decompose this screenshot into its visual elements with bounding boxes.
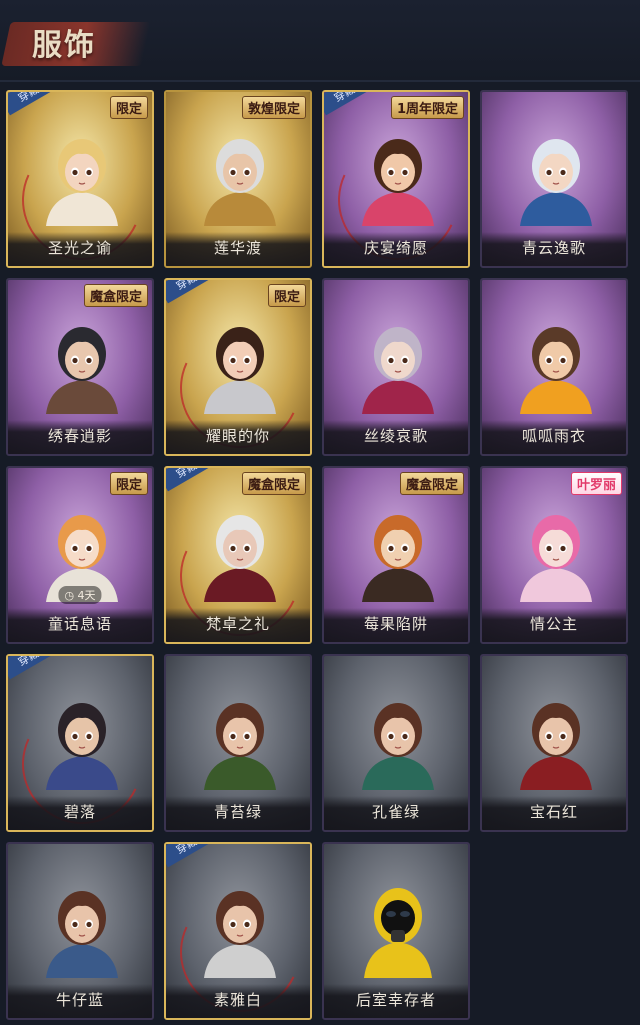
character-portrait [362, 327, 434, 414]
time-remaining-badge: ◷ 4天 [58, 586, 102, 604]
limited-tag-badge: 魔盒限定 [83, 284, 148, 307]
clock-icon: ◷ [64, 589, 78, 602]
character-portrait [362, 703, 434, 790]
costume-name: 青苔绿 [213, 803, 262, 821]
costume-card[interactable]: 穿戴 素雅白 [164, 842, 312, 1020]
costume-card[interactable]: 孔雀绿 [322, 654, 470, 832]
limited-tag-badge: 1周年限定 [390, 96, 464, 119]
character-portrait [46, 891, 118, 978]
costume-card[interactable]: 后室幸存者 [322, 842, 470, 1020]
limited-tag-badge: 限定 [109, 96, 148, 119]
costume-card[interactable]: 限定 穿戴 圣光之谕 [6, 90, 154, 268]
costume-name: 牛仔蓝 [55, 991, 104, 1009]
character-portrait [520, 703, 592, 790]
costume-name: 孔雀绿 [371, 803, 420, 821]
costume-card[interactable]: 1周年限定 穿戴 庆宴绮愿 [322, 90, 470, 268]
costume-name: 绣春逍影 [47, 427, 112, 445]
character-portrait [204, 891, 276, 978]
costume-card[interactable]: 丝绫哀歌 [322, 278, 470, 456]
character-portrait [364, 888, 432, 978]
character-portrait [204, 139, 276, 226]
costume-card[interactable]: 青苔绿 [164, 654, 312, 832]
costume-name: 青云逸歌 [521, 239, 586, 257]
page-title-wrap: 服饰 [1, 8, 151, 78]
character-portrait [46, 139, 118, 226]
costume-card[interactable]: 穿戴 碧落 [6, 654, 154, 832]
costume-name: 莓果陷阱 [363, 615, 428, 633]
costume-card[interactable]: 青云逸歌 [480, 90, 628, 268]
costume-name: 耀眼的你 [205, 427, 270, 445]
header: 服饰 [0, 0, 640, 82]
costume-name: 情公主 [529, 615, 578, 633]
limited-tag-badge: 魔盒限定 [399, 472, 464, 495]
character-portrait [362, 139, 434, 226]
costume-card[interactable]: 魔盒限定莓果陷阱 [322, 466, 470, 644]
costume-name: 梵卓之礼 [205, 615, 270, 633]
costume-card[interactable]: 牛仔蓝 [6, 842, 154, 1020]
character-portrait [204, 327, 276, 414]
limited-tag-badge: 敦煌限定 [241, 96, 306, 119]
costume-card[interactable]: 限定 穿戴 耀眼的你 [164, 278, 312, 456]
costume-name: 圣光之谕 [47, 239, 112, 257]
character-portrait [204, 515, 276, 602]
costume-name: 宝石红 [529, 803, 578, 821]
costume-name: 莲华渡 [213, 239, 262, 257]
costume-card[interactable]: 宝石红 [480, 654, 628, 832]
character-portrait [362, 515, 434, 602]
limited-tag-badge: 魔盒限定 [241, 472, 306, 495]
character-portrait [520, 327, 592, 414]
header-divider [0, 80, 640, 82]
character-portrait [520, 515, 592, 602]
costume-name: 呱呱雨衣 [521, 427, 586, 445]
costume-name: 童话息语 [47, 615, 112, 633]
costume-name: 碧落 [63, 803, 96, 821]
costume-card[interactable]: 魔盒限定 穿戴 梵卓之礼 [164, 466, 312, 644]
costume-card[interactable]: 呱呱雨衣 [480, 278, 628, 456]
character-portrait [520, 139, 592, 226]
costume-card[interactable]: 叶罗丽情公主 [480, 466, 628, 644]
costume-name: 素雅白 [213, 991, 262, 1009]
costume-card[interactable]: 敦煌限定莲华渡 [164, 90, 312, 268]
costume-name: 庆宴绮愿 [363, 239, 428, 257]
limited-tag-badge: 限定 [267, 284, 306, 307]
costume-name: 丝绫哀歌 [363, 427, 428, 445]
character-portrait [204, 703, 276, 790]
limited-tag-badge: 叶罗丽 [570, 472, 622, 495]
limited-tag-badge: 限定 [109, 472, 148, 495]
character-portrait [46, 327, 118, 414]
time-remaining-text: 4天 [77, 589, 96, 602]
costume-card[interactable]: 魔盒限定绣春逍影 [6, 278, 154, 456]
costume-name: 后室幸存者 [355, 991, 436, 1009]
costume-card[interactable]: 限定 ◷ 4天童话息语 [6, 466, 154, 644]
page-title: 服饰 [32, 28, 96, 63]
character-portrait [46, 703, 118, 790]
